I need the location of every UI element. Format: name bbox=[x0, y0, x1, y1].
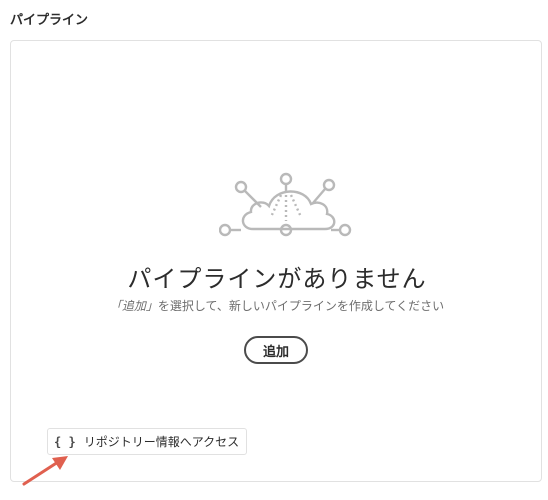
empty-state-description: 「追加」を選択して、新しいパイプラインを作成してください bbox=[11, 297, 543, 314]
repository-info-label: リポジトリー情報へアクセス bbox=[83, 435, 240, 449]
empty-state-description-text: を選択して、新しいパイプラインを作成してください bbox=[157, 299, 445, 313]
empty-state-title: パイプラインがありません bbox=[127, 265, 427, 293]
empty-state-description-highlight: 「追加」 bbox=[109, 299, 158, 313]
braces-icon: { } bbox=[54, 434, 76, 449]
section-title: パイプライン bbox=[10, 13, 89, 28]
pipelines-panel: パイプラインがありません 「追加」を選択して、新しいパイプラインを作成してくださ… bbox=[10, 40, 542, 482]
red-arrow-icon bbox=[22, 456, 68, 486]
repository-info-link[interactable]: { } リポジトリー情報へアクセス bbox=[47, 428, 248, 455]
add-pipeline-button[interactable]: 追加 bbox=[244, 336, 308, 364]
